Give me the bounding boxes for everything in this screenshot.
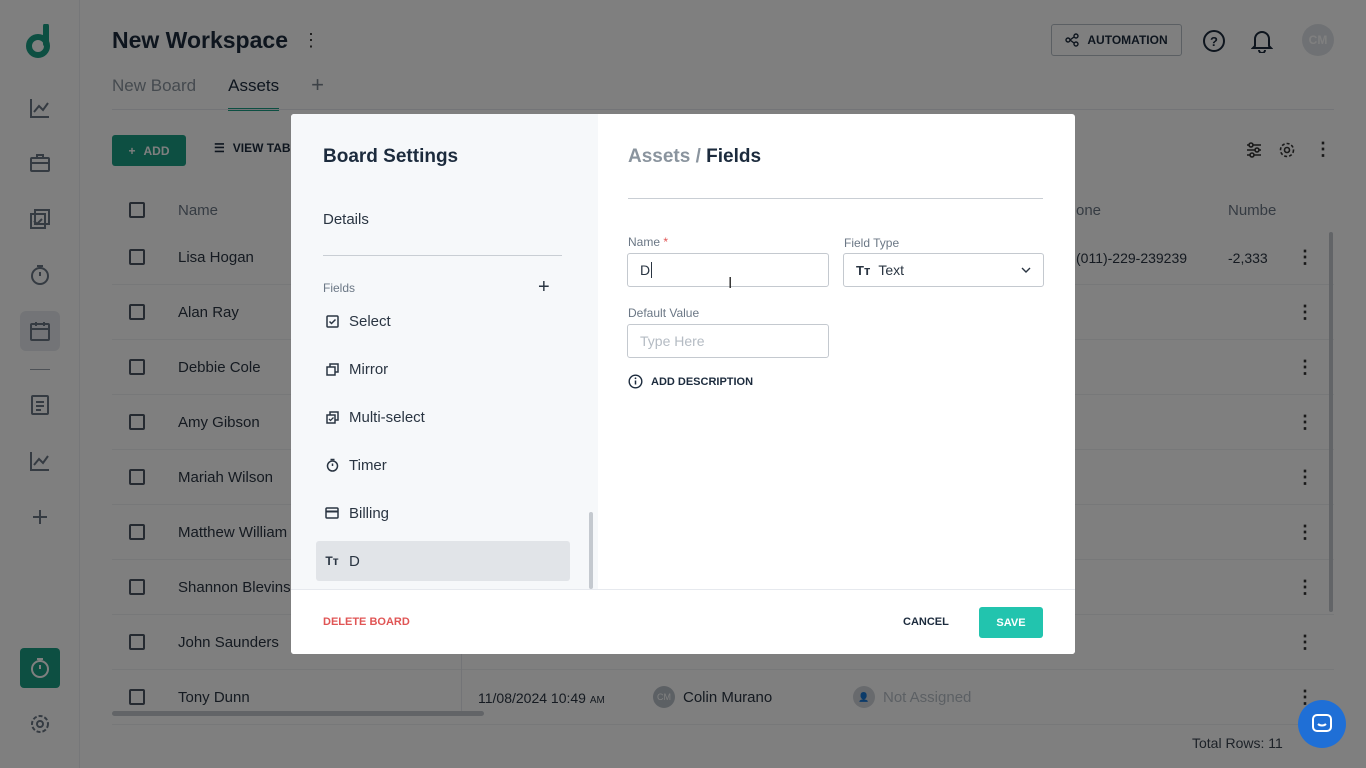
add-field-icon[interactable]: + bbox=[538, 277, 550, 297]
save-button[interactable]: SAVE bbox=[979, 607, 1043, 638]
card-icon bbox=[325, 507, 339, 519]
text-type-icon: Tт bbox=[325, 554, 339, 568]
breadcrumb-current: Fields bbox=[706, 146, 762, 167]
field-item-d[interactable]: Tт D bbox=[316, 541, 570, 581]
mirror-icon bbox=[325, 362, 339, 376]
breadcrumb: Assets / Fields bbox=[628, 146, 761, 168]
field-item-timer[interactable]: Timer bbox=[316, 445, 570, 485]
sidebar-divider bbox=[323, 255, 562, 256]
chat-icon bbox=[1312, 714, 1332, 732]
field-item-label: Select bbox=[349, 312, 391, 330]
field-item-mirror[interactable]: Mirror bbox=[316, 349, 570, 389]
multi-select-icon bbox=[325, 410, 339, 424]
field-item-label: D bbox=[349, 552, 360, 570]
modal-footer: DELETE BOARD CANCEL SAVE bbox=[291, 589, 1075, 654]
timer-icon bbox=[325, 458, 339, 472]
field-item-label: Billing bbox=[349, 504, 390, 522]
default-value-input[interactable]: Type Here bbox=[627, 324, 829, 358]
field-type-value: Text bbox=[878, 262, 904, 278]
name-label: Name * bbox=[628, 235, 669, 249]
delete-board-button[interactable]: DELETE BOARD bbox=[323, 616, 410, 628]
field-item-label: Mirror bbox=[349, 360, 389, 378]
field-item-label: Timer bbox=[349, 456, 387, 474]
breadcrumb-parent[interactable]: Assets / bbox=[628, 146, 701, 167]
field-item-multi-select[interactable]: Multi-select bbox=[316, 397, 570, 437]
chevron-down-icon bbox=[1021, 267, 1031, 273]
i-beam-cursor-icon: I bbox=[728, 275, 733, 292]
details-link[interactable]: Details bbox=[323, 211, 369, 228]
field-item-billing[interactable]: Billing bbox=[316, 493, 570, 533]
settings-sidebar: Board Settings Details Fields + Select M… bbox=[291, 114, 598, 589]
text-type-icon: Tт bbox=[856, 262, 871, 278]
field-type-select[interactable]: Tт Text bbox=[843, 253, 1044, 287]
required-marker: * bbox=[663, 235, 669, 249]
default-value-label: Default Value bbox=[628, 306, 700, 320]
default-value-placeholder: Type Here bbox=[640, 333, 705, 349]
text-caret bbox=[651, 262, 653, 278]
field-item-label: Multi-select bbox=[349, 408, 425, 426]
field-item-select[interactable]: Select bbox=[316, 301, 570, 341]
chat-launcher-button[interactable] bbox=[1298, 700, 1346, 748]
info-icon bbox=[628, 374, 643, 389]
content-divider bbox=[628, 198, 1043, 199]
fields-section-label: Fields bbox=[323, 281, 356, 295]
checkbox-icon bbox=[325, 314, 339, 328]
modal-title: Board Settings bbox=[323, 146, 459, 167]
cancel-button[interactable]: CANCEL bbox=[903, 616, 949, 628]
field-type-label: Field Type bbox=[844, 236, 900, 250]
add-description-button[interactable]: ADD DESCRIPTION bbox=[628, 374, 753, 389]
sidebar-scrollbar[interactable] bbox=[589, 512, 593, 589]
field-name-value: D bbox=[640, 262, 651, 278]
add-description-label: ADD DESCRIPTION bbox=[651, 375, 754, 388]
board-settings-modal: Board Settings Details Fields + Select M… bbox=[291, 114, 1075, 654]
